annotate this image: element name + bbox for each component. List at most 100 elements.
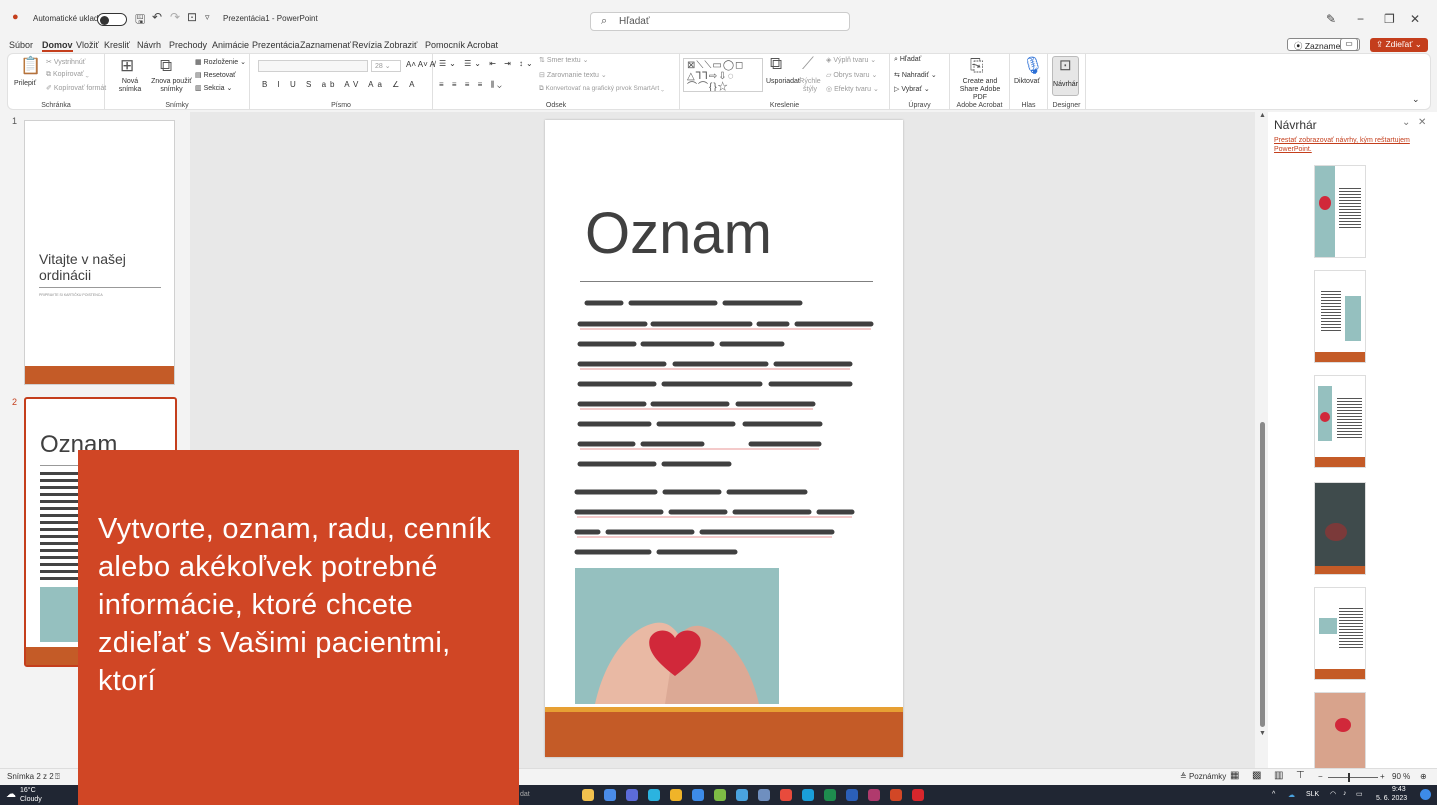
normal-view-icon[interactable]: ▦ — [1230, 770, 1239, 781]
vertical-scrollbar[interactable]: ▲ ▼ — [1257, 112, 1268, 768]
shapes-gallery[interactable]: ⊠⟍⟍▭◯◻ △⅂⅂⇨⇩◌ ⌒⌒{}☆ — [683, 58, 763, 92]
taskbar-folder-icon[interactable] — [670, 789, 682, 801]
tab-domov[interactable]: Domov — [42, 40, 73, 52]
close-icon[interactable]: ✕ — [1410, 12, 1420, 26]
slide-editor[interactable]: Oznam — [545, 120, 903, 757]
tab-navrh[interactable]: Návrh — [137, 40, 161, 50]
taskbar-edge-icon[interactable] — [648, 789, 660, 801]
taskbar-files-icon[interactable] — [582, 789, 594, 801]
reuse-slides-label[interactable]: Znova použiť snímky — [149, 78, 194, 94]
taskbar-word-icon[interactable] — [846, 789, 858, 801]
pen-icon[interactable]: ✎ — [1326, 12, 1336, 26]
copy-button[interactable]: ⧉ Kopírovať ⌄ — [46, 71, 89, 79]
customize-qat-icon[interactable]: ▿ — [205, 12, 210, 23]
cut-button[interactable]: ✂ Vystrihnúť — [46, 58, 85, 66]
taskbar-app7-icon[interactable] — [714, 789, 726, 801]
comments-icon[interactable]: ▭ — [1340, 38, 1358, 51]
language-indicator[interactable]: SLK — [1306, 791, 1319, 798]
tab-acrobat[interactable]: Acrobat — [467, 40, 498, 50]
ribbon-collapse-icon[interactable]: ⌄ — [1412, 94, 1420, 105]
save-icon[interactable]: 🖫 — [135, 10, 145, 31]
taskbar-acrobat-icon[interactable] — [912, 789, 924, 801]
zoom-in-icon[interactable]: + — [1380, 772, 1385, 781]
autosave-toggle[interactable] — [97, 13, 127, 26]
align-text-button[interactable]: ⊟ Zarovnanie textu ⌄ — [539, 71, 607, 79]
stop-showing-designs-link[interactable]: Prestať zobrazovať návrhy, kým reštartuj… — [1274, 136, 1424, 154]
hands-heart-image[interactable] — [575, 568, 779, 704]
new-slide-label[interactable]: Nová snímka — [115, 78, 145, 94]
design-option-3[interactable] — [1314, 375, 1366, 468]
font-family-select[interactable] — [258, 60, 368, 72]
shape-effects-button[interactable]: ◎ Efekty tvaru ⌄ — [826, 85, 879, 93]
pane-close-icon[interactable]: ✕ — [1418, 117, 1426, 128]
tray-chevron-icon[interactable]: ^ — [1272, 791, 1275, 798]
dictate-label[interactable]: Diktovať — [1014, 78, 1040, 85]
replace-button[interactable]: ⇆ Nahradiť ⌄ — [894, 71, 937, 79]
battery-icon[interactable]: ▭ — [1356, 790, 1363, 798]
taskbar-app3-icon[interactable] — [626, 789, 638, 801]
tab-prezentacia[interactable]: Prezentácia — [252, 40, 300, 50]
smartart-button[interactable]: ⧉ Konvertovať na grafický prvok SmartArt… — [539, 85, 664, 93]
taskbar-excel-icon[interactable] — [824, 789, 836, 801]
taskbar-search[interactable]: dat — [520, 791, 530, 798]
taskbar-app14-icon[interactable] — [868, 789, 880, 801]
fit-slide-icon[interactable]: ⊕ — [1420, 772, 1427, 781]
microphone-icon[interactable]: 🎙 — [1022, 56, 1044, 76]
wifi-icon[interactable]: ◠ — [1330, 790, 1336, 798]
find-button[interactable]: ⌕ Hľadať — [894, 56, 921, 64]
taskbar-outlook-icon[interactable] — [802, 789, 814, 801]
redo-icon[interactable]: ↷ — [170, 10, 180, 24]
taskbar-chrome-icon[interactable] — [780, 789, 792, 801]
design-option-1[interactable] — [1314, 165, 1366, 258]
tab-pomocnik[interactable]: Pomocník — [425, 40, 465, 50]
design-option-4[interactable] — [1314, 482, 1366, 575]
pane-options-icon[interactable]: ⌄ — [1402, 117, 1410, 128]
font-size-select[interactable]: 28 ⌄ — [371, 60, 401, 72]
align-buttons[interactable]: ≡ ≡ ≡ ≡ ⫼⌄ — [439, 80, 505, 90]
design-option-5[interactable] — [1314, 587, 1366, 680]
present-icon[interactable]: ⊡ — [187, 10, 197, 24]
font-format-buttons[interactable]: B I U S ab AV Aa ∠ A — [262, 80, 418, 89]
reset-button[interactable]: ▤ Resetovať — [195, 71, 236, 79]
zoom-slider[interactable] — [1328, 777, 1378, 778]
section-button[interactable]: ▥ Sekcia ⌄ — [195, 84, 232, 92]
reuse-slides-icon[interactable]: ⧉ — [160, 56, 172, 76]
layout-button[interactable]: ▦ Rozloženie ⌄ — [195, 58, 246, 66]
volume-icon[interactable]: ♪ — [1343, 790, 1347, 797]
accessibility-icon[interactable]: ⍰ — [55, 772, 60, 782]
reading-view-icon[interactable]: ▥ — [1274, 770, 1283, 781]
undo-icon[interactable]: ↶ — [152, 10, 162, 24]
taskbar-store-icon[interactable] — [692, 789, 704, 801]
restore-icon[interactable]: ❐ — [1384, 12, 1395, 26]
new-slide-icon[interactable]: ⊞ — [120, 56, 134, 76]
zoom-out-icon[interactable]: − — [1318, 772, 1323, 781]
design-option-2[interactable] — [1314, 270, 1366, 363]
tab-animacie[interactable]: Animácie — [212, 40, 249, 50]
onedrive-icon[interactable]: ☁ — [1288, 791, 1295, 799]
clock-time[interactable]: 9:43 — [1392, 786, 1406, 793]
text-direction-button[interactable]: ⇅ Smer textu ⌄ — [539, 56, 588, 64]
notes-button[interactable]: ≜ Poznámky — [1180, 772, 1226, 781]
zoom-level[interactable]: 90 % — [1392, 772, 1410, 781]
list-buttons[interactable]: ☰⌄ ☰⌄ ⇤ ⇥ ↕⌄ — [439, 59, 536, 68]
adobe-pdf-icon[interactable]: ⎘ — [970, 56, 984, 76]
select-button[interactable]: ▷ Vybrať ⌄ — [894, 85, 930, 93]
taskbar-app8-icon[interactable] — [736, 789, 748, 801]
format-painter-button[interactable]: ✐ Kopírovať formát — [46, 84, 106, 92]
quick-styles-label[interactable]: Rýchle štýly — [798, 78, 822, 94]
slide-thumbnail-1[interactable]: Vitajte v našej ordinácii PRIPRAVTE SI K… — [24, 120, 175, 385]
paste-label[interactable]: Prilepiť — [14, 80, 36, 87]
scrollbar-thumb[interactable] — [1260, 422, 1265, 727]
tab-zobrazit[interactable]: Zobraziť — [384, 40, 417, 50]
slide-sorter-icon[interactable]: ▩ — [1252, 770, 1261, 781]
share-button[interactable]: ⇪ Zdieľať ⌄ — [1370, 38, 1428, 52]
tab-revizia[interactable]: Revízia — [352, 40, 382, 50]
zoom-slider-thumb[interactable] — [1348, 773, 1350, 782]
slideshow-icon[interactable]: ⊤ — [1296, 770, 1305, 781]
tab-subor[interactable]: Súbor — [9, 40, 33, 50]
paste-icon[interactable]: 📋 — [20, 56, 41, 76]
scroll-up-icon[interactable]: ▲ — [1259, 112, 1266, 119]
shape-outline-button[interactable]: ▱ Obrys tvaru ⌄ — [826, 71, 877, 79]
clock-date[interactable]: 5. 6. 2023 — [1376, 795, 1407, 802]
taskbar-app9-icon[interactable] — [758, 789, 770, 801]
